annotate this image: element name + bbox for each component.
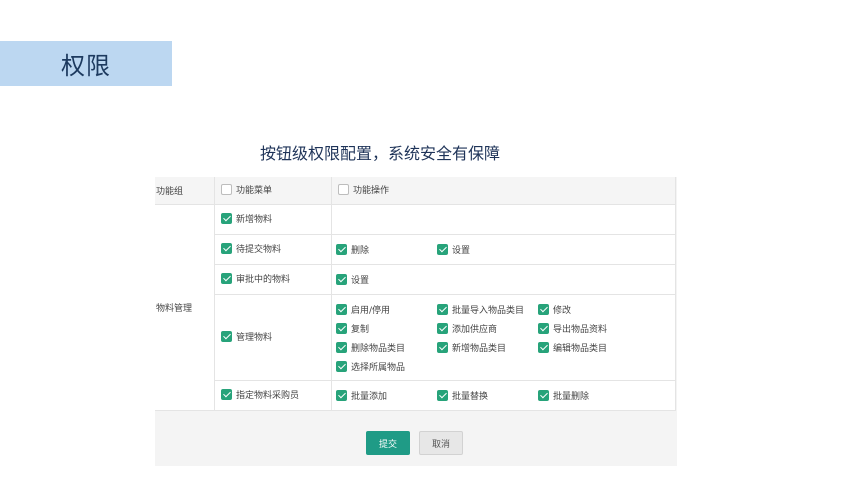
table-row: 指定物料采购员 批量添加 批量替换 批量删除 (155, 380, 676, 411)
cancel-button[interactable]: 取消 (419, 431, 463, 455)
ops-cell (331, 204, 676, 235)
group-name: 物料管理 (156, 304, 193, 314)
column-header-ops-label: 功能操作 (353, 186, 390, 196)
op-batch-delete[interactable]: 批量删除 (538, 389, 639, 402)
menu-item-4[interactable]: 指定物料采购员 (221, 388, 299, 401)
op-export-item-data[interactable]: 导出物品资料 (538, 322, 639, 335)
op-label: 删除物品类目 (351, 343, 406, 354)
op-copy[interactable]: 复制 (336, 322, 437, 335)
ops-cell: 删除 设置 (331, 234, 676, 265)
permission-table: 功能组 功能菜单 功能操作 物料管理 新增物料 待提交物料 删除 设置 审批中的… (155, 177, 676, 411)
permission-panel: 功能组 功能菜单 功能操作 物料管理 新增物料 待提交物料 删除 设置 审批中的… (155, 177, 677, 466)
menu-item-1[interactable]: 待提交物料 (221, 242, 281, 255)
op-new-category[interactable]: 新增物品类目 (437, 341, 538, 354)
checkbox-checked[interactable] (221, 243, 232, 254)
op-delete-category[interactable]: 删除物品类目 (336, 341, 437, 354)
menu-label: 管理物料 (236, 333, 273, 343)
op-modify[interactable]: 修改 (538, 303, 639, 316)
column-header-group: 功能组 (155, 177, 215, 205)
menu-label: 指定物料采购员 (236, 391, 300, 401)
op-settings[interactable]: 设置 (336, 273, 437, 286)
op-label: 批量替换 (452, 392, 489, 402)
ops-cell: 启用/停用 批量导入物品类目 修改 复制 添加供应商 导出物品资料 删除物品类目… (331, 294, 676, 381)
checkbox-checked[interactable] (336, 360, 347, 372)
checkbox-checked[interactable] (437, 244, 448, 255)
select-all-ops-checkbox[interactable] (338, 184, 349, 195)
checkbox-checked[interactable] (437, 390, 448, 401)
op-label: 修改 (553, 305, 572, 316)
menu-cell: 指定物料采购员 (214, 380, 332, 411)
group-cell: 物料管理 (155, 204, 215, 411)
op-label: 启用/停用 (351, 305, 391, 316)
table-row: 管理物料 启用/停用 批量导入物品类目 修改 复制 添加供应商 导出物品资料 删… (155, 294, 676, 381)
checkbox-checked[interactable] (538, 390, 549, 401)
page-subtitle: 按钮级权限配置，系统安全有保障 (259, 144, 500, 163)
checkbox-checked[interactable] (437, 341, 448, 353)
checkbox-checked[interactable] (336, 322, 347, 334)
checkbox-checked[interactable] (221, 213, 232, 224)
checkbox-checked[interactable] (437, 303, 448, 315)
op-label: 批量导入物品类目 (452, 305, 525, 316)
op-label: 编辑物品类目 (553, 343, 608, 354)
column-header-menu-label: 功能菜单 (236, 186, 273, 196)
menu-item-0[interactable]: 新增物料 (221, 212, 272, 225)
op-label: 设置 (351, 276, 370, 286)
submit-button[interactable]: 提交 (366, 431, 410, 455)
table-row: 物料管理 新增物料 (155, 204, 676, 411)
op-add-supplier[interactable]: 添加供应商 (437, 322, 538, 335)
op-label: 批量删除 (553, 392, 590, 402)
checkbox-checked[interactable] (538, 303, 549, 315)
column-header-ops: 功能操作 (331, 177, 676, 205)
checkbox-checked[interactable] (221, 389, 232, 400)
table-header-row: 功能组 功能菜单 功能操作 (155, 177, 676, 205)
checkbox-checked[interactable] (221, 273, 232, 284)
select-all-menu-checkbox[interactable] (221, 184, 232, 195)
menu-cell: 管理物料 (214, 294, 332, 381)
op-label: 复制 (351, 324, 370, 335)
checkbox-checked[interactable] (336, 390, 347, 401)
op-label: 添加供应商 (452, 324, 498, 335)
op-edit-category[interactable]: 编辑物品类目 (538, 341, 639, 354)
checkbox-checked[interactable] (336, 274, 347, 285)
page-title: 权限 (61, 52, 111, 80)
checkbox-checked[interactable] (336, 303, 347, 315)
op-batch-replace[interactable]: 批量替换 (437, 389, 538, 402)
menu-item-3[interactable]: 管理物料 (221, 330, 272, 343)
column-header-group-label: 功能组 (156, 187, 184, 197)
op-batch-add[interactable]: 批量添加 (336, 389, 437, 402)
ops-cell: 批量添加 批量替换 批量删除 (331, 380, 676, 411)
menu-cell: 审批中的物料 (214, 264, 332, 295)
op-label: 导出物品资料 (553, 324, 608, 335)
checkbox-checked[interactable] (336, 244, 347, 255)
checkbox-checked[interactable] (437, 322, 448, 334)
checkbox-checked[interactable] (336, 341, 347, 353)
op-enable-disable[interactable]: 启用/停用 (336, 303, 437, 316)
op-select-owning-item[interactable]: 选择所属物品 (336, 360, 437, 373)
op-label: 新增物品类目 (452, 343, 507, 354)
table-row: 待提交物料 删除 设置 (155, 234, 676, 265)
op-batch-import-category[interactable]: 批量导入物品类目 (437, 303, 538, 316)
column-header-menu: 功能菜单 (214, 177, 332, 205)
ops-cell: 设置 (331, 264, 676, 295)
checkbox-checked[interactable] (538, 322, 549, 334)
menu-cell: 待提交物料 (214, 234, 332, 265)
menu-item-2[interactable]: 审批中的物料 (221, 272, 290, 285)
table-row: 审批中的物料 设置 (155, 264, 676, 295)
op-delete[interactable]: 删除 (336, 243, 437, 256)
menu-label: 待提交物料 (236, 245, 282, 255)
checkbox-checked[interactable] (221, 331, 232, 342)
op-label: 批量添加 (351, 392, 388, 402)
menu-cell: 新增物料 (214, 204, 332, 235)
checkbox-checked[interactable] (538, 341, 549, 353)
op-label: 选择所属物品 (351, 362, 406, 373)
menu-label: 新增物料 (236, 215, 273, 225)
op-label: 删除 (351, 246, 370, 256)
op-settings[interactable]: 设置 (437, 243, 538, 256)
title-banner: 权限 (0, 41, 172, 86)
op-label: 设置 (452, 246, 471, 256)
menu-label: 审批中的物料 (236, 275, 291, 285)
